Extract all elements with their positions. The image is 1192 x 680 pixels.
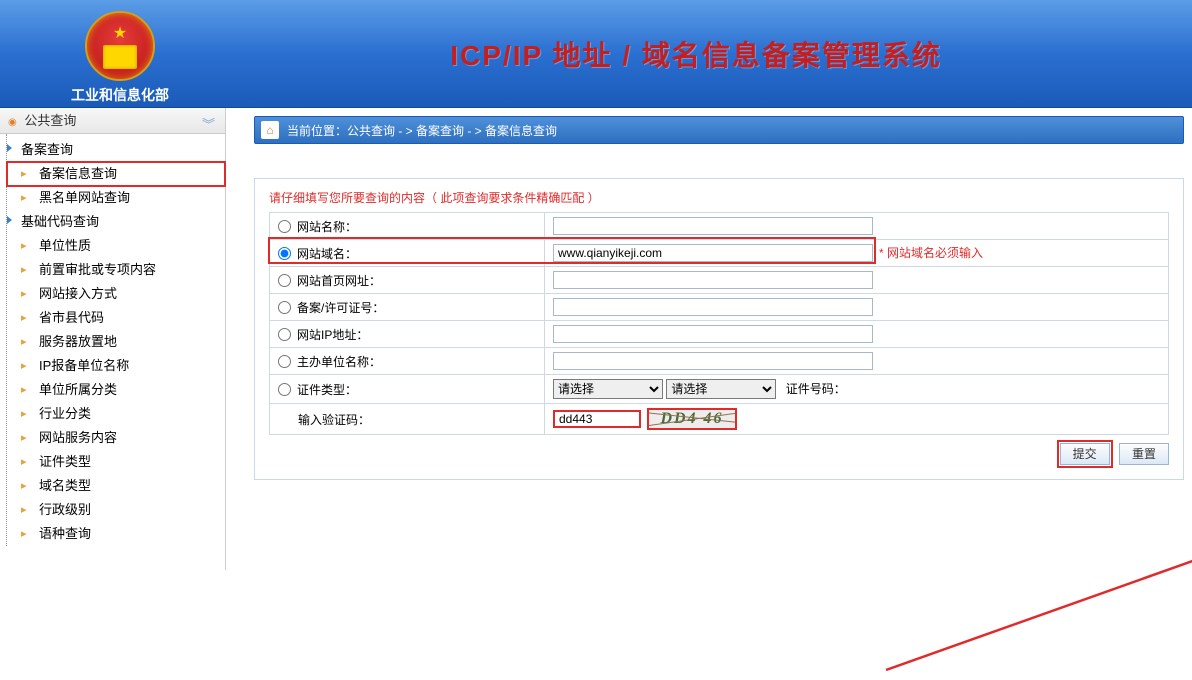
- sidebar-item-0[interactable]: 备案查询: [7, 138, 225, 162]
- query-form-panel: 请仔细填写您所要查询的内容（ 此项查询要求条件精确匹配 ） 网站名称： 网站域名…: [254, 178, 1184, 480]
- radio-sponsor[interactable]: [278, 355, 291, 368]
- field-site-name[interactable]: 网站名称：: [278, 218, 536, 235]
- field-ip[interactable]: 网站IP地址：: [278, 326, 536, 343]
- annotation-arrow: [826, 530, 1192, 680]
- input-captcha[interactable]: [553, 410, 641, 428]
- breadcrumb-text: 当前位置：公共查询 - > 备案查询 - > 备案信息查询: [287, 122, 557, 139]
- app-header: 工业和信息化部 ICP/IP 地址 / 域名信息备案管理系统: [0, 0, 1192, 108]
- home-icon[interactable]: ⌂: [261, 121, 279, 139]
- input-domain[interactable]: [553, 244, 873, 262]
- sidebar-item-4[interactable]: 单位性质: [7, 234, 225, 258]
- sidebar-item-6[interactable]: 网站接入方式: [7, 282, 225, 306]
- sidebar-section-label: 公共查询: [24, 113, 76, 128]
- captcha-label: 输入验证码：: [278, 413, 370, 427]
- radio-cert-type[interactable]: [278, 383, 291, 396]
- sidebar-tree: 备案查询备案信息查询黑名单网站查询基础代码查询单位性质前置审批或专项内容网站接入…: [6, 134, 225, 546]
- page-title: ICP/IP 地址 / 域名信息备案管理系统: [200, 34, 1192, 74]
- radio-ip[interactable]: [278, 328, 291, 341]
- sidebar-section-header[interactable]: 公共查询 ︾: [0, 108, 225, 134]
- submit-button[interactable]: 提交: [1060, 443, 1110, 465]
- field-domain[interactable]: 网站域名：: [278, 245, 536, 262]
- input-license[interactable]: [553, 298, 873, 316]
- field-sponsor[interactable]: 主办单位名称：: [278, 353, 536, 370]
- title-block: ICP/IP 地址 / 域名信息备案管理系统: [240, 34, 1192, 74]
- radio-domain[interactable]: [278, 247, 291, 260]
- main-content: ⌂ 当前位置：公共查询 - > 备案查询 - > 备案信息查询 请仔细填写您所要…: [226, 108, 1192, 570]
- national-emblem-icon: [85, 11, 155, 81]
- sidebar-item-14[interactable]: 域名类型: [7, 474, 225, 498]
- select-cert-type-1[interactable]: 请选择: [553, 379, 663, 399]
- radio-license[interactable]: [278, 301, 291, 314]
- input-site-name[interactable]: [553, 217, 873, 235]
- button-row: 提交 重置: [269, 443, 1169, 465]
- select-cert-type-2[interactable]: 请选择: [666, 379, 776, 399]
- input-homepage[interactable]: [553, 271, 873, 289]
- radio-homepage[interactable]: [278, 274, 291, 287]
- radio-site-name[interactable]: [278, 220, 291, 233]
- domain-required-note: * 网站域名必须输入: [879, 246, 983, 260]
- sidebar-item-5[interactable]: 前置审批或专项内容: [7, 258, 225, 282]
- input-sponsor[interactable]: [553, 352, 873, 370]
- sidebar-item-12[interactable]: 网站服务内容: [7, 426, 225, 450]
- sidebar-item-15[interactable]: 行政级别: [7, 498, 225, 522]
- form-hint: 请仔细填写您所要查询的内容（ 此项查询要求条件精确匹配 ）: [269, 189, 1169, 206]
- sidebar: 公共查询 ︾ 备案查询备案信息查询黑名单网站查询基础代码查询单位性质前置审批或专…: [0, 108, 226, 570]
- field-license[interactable]: 备案/许可证号：: [278, 299, 536, 316]
- field-cert-type[interactable]: 证件类型：: [278, 381, 536, 398]
- chevron-down-icon: ︾: [202, 112, 215, 138]
- query-form-table: 网站名称： 网站域名： * 网站域名必须输入 网站首页网址： 备案/许可证号： …: [269, 212, 1169, 435]
- sidebar-item-16[interactable]: 语种查询: [7, 522, 225, 546]
- breadcrumb: ⌂ 当前位置：公共查询 - > 备案查询 - > 备案信息查询: [254, 116, 1184, 144]
- sidebar-item-13[interactable]: 证件类型: [7, 450, 225, 474]
- sidebar-item-7[interactable]: 省市县代码: [7, 306, 225, 330]
- sidebar-item-10[interactable]: 单位所属分类: [7, 378, 225, 402]
- sidebar-item-1[interactable]: 备案信息查询: [7, 162, 225, 186]
- sidebar-item-8[interactable]: 服务器放置地: [7, 330, 225, 354]
- captcha-image[interactable]: DD4 46: [647, 408, 737, 430]
- sidebar-item-3[interactable]: 基础代码查询: [7, 210, 225, 234]
- sidebar-item-11[interactable]: 行业分类: [7, 402, 225, 426]
- cert-no-label: 证件号码：: [786, 382, 846, 396]
- field-homepage[interactable]: 网站首页网址：: [278, 272, 536, 289]
- ministry-name: 工业和信息化部: [0, 85, 240, 105]
- sidebar-item-9[interactable]: IP报备单位名称: [7, 354, 225, 378]
- reset-button[interactable]: 重置: [1119, 443, 1169, 465]
- sidebar-item-2[interactable]: 黑名单网站查询: [7, 186, 225, 210]
- input-ip[interactable]: [553, 325, 873, 343]
